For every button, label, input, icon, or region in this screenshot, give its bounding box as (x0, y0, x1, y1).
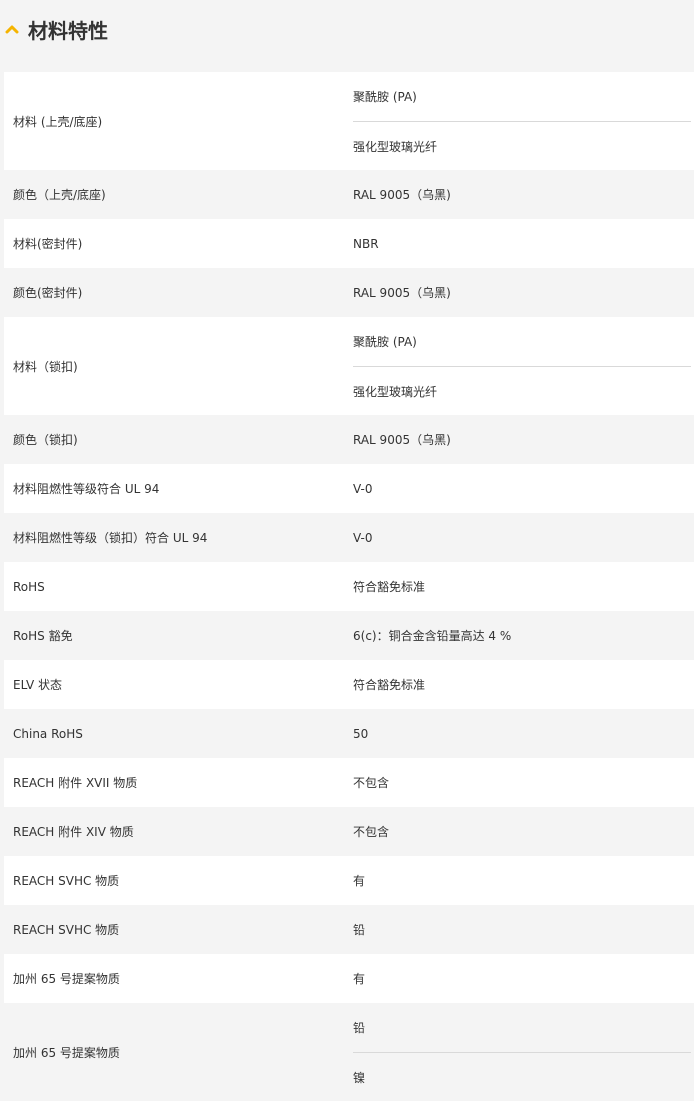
table-row: REACH 附件 XIV 物质 不包含 (4, 807, 694, 856)
property-value-line: 强化型玻璃光纤 (353, 121, 691, 170)
property-value-line: V-0 (353, 530, 373, 545)
property-label: REACH 附件 XVII 物质 (13, 776, 138, 790)
table-row: ELV 状态 符合豁免标准 (4, 660, 694, 709)
table-row: 材料(密封件) NBR (4, 219, 694, 268)
property-value: NBR (353, 219, 694, 268)
property-value: V-0 (353, 513, 694, 562)
section-header[interactable]: 材料特性 (0, 0, 694, 58)
property-value: RAL 9005（乌黑) (353, 170, 694, 219)
property-label: REACH SVHC 物质 (13, 874, 120, 888)
chevron-up-icon[interactable] (5, 22, 19, 36)
property-value-line: 不包含 (353, 825, 390, 839)
property-value: 不包含 (353, 807, 694, 856)
table-row: 材料（锁扣) 聚酰胺 (PA) 强化型玻璃光纤 (4, 317, 694, 415)
table-row: REACH 附件 XVII 物质 不包含 (4, 758, 694, 807)
table-row: REACH SVHC 物质 有 (4, 856, 694, 905)
property-label: 颜色（上壳/底座) (13, 188, 106, 202)
property-label: REACH SVHC 物质 (13, 923, 120, 937)
table-row: 颜色（锁扣) RAL 9005（乌黑) (4, 415, 694, 464)
property-value-line: 铅 (353, 923, 366, 937)
property-label: China RoHS (13, 726, 83, 741)
property-value-line: V-0 (353, 481, 373, 496)
property-value: 聚酰胺 (PA) 强化型玻璃光纤 (353, 72, 694, 170)
property-label: 材料阻燃性等级符合 UL 94 (13, 482, 160, 496)
table-row: 颜色(密封件) RAL 9005（乌黑) (4, 268, 694, 317)
property-value: 符合豁免标准 (353, 562, 694, 611)
property-label: 加州 65 号提案物质 (13, 1045, 120, 1060)
property-value-line: NBR (353, 236, 379, 251)
property-value: 有 (353, 856, 694, 905)
table-row: 材料阻燃性等级（锁扣）符合 UL 94 V-0 (4, 513, 694, 562)
property-value: 铅镍 (353, 1003, 694, 1101)
property-label: 材料阻燃性等级（锁扣）符合 UL 94 (13, 531, 208, 545)
table-row: RoHS 符合豁免标准 (4, 562, 694, 611)
property-value-line: 聚酰胺 (PA) (353, 90, 417, 104)
property-label: 颜色（锁扣) (13, 433, 78, 447)
property-value-line: 聚酰胺 (PA) (353, 335, 417, 349)
property-value-line: RAL 9005（乌黑) (353, 433, 451, 447)
property-label: RoHS (13, 579, 45, 594)
property-value-line: 符合豁免标准 (353, 678, 426, 692)
property-label: 材料 (上壳/底座) (13, 114, 103, 129)
table-row: 加州 65 号提案物质 有 (4, 954, 694, 1003)
table-row: RoHS 豁免 6(c)：铜合金含铅量高达 4 % (4, 611, 694, 660)
property-value-line: 有 (353, 874, 366, 888)
property-value-line: 50 (353, 726, 369, 741)
table-row: 颜色（上壳/底座) RAL 9005（乌黑) (4, 170, 694, 219)
table-row: 加州 65 号提案物质铅镍 (4, 1003, 694, 1101)
property-value: 有 (353, 954, 694, 1003)
table-row: 材料 (上壳/底座) 聚酰胺 (PA) 强化型玻璃光纤 (4, 72, 694, 170)
property-value-line: 铅 (353, 1021, 366, 1035)
property-value-line: 符合豁免标准 (353, 580, 426, 594)
property-value-line: RAL 9005（乌黑) (353, 188, 451, 202)
property-value: 6(c)：铜合金含铅量高达 4 % (353, 611, 694, 660)
property-value: 符合豁免标准 (353, 660, 694, 709)
property-value: 50 (353, 709, 694, 758)
property-label: REACH 附件 XIV 物质 (13, 825, 134, 839)
property-value-line: 强化型玻璃光纤 (353, 366, 691, 415)
table-row: 材料阻燃性等级符合 UL 94 V-0 (4, 464, 694, 513)
property-label: 材料(密封件) (13, 237, 83, 251)
property-value-line: RAL 9005（乌黑) (353, 286, 451, 300)
property-value-line: 镍 (353, 1052, 691, 1101)
property-label: 材料（锁扣) (13, 359, 78, 374)
section-title: 材料特性 (28, 18, 108, 43)
property-value: 铅 (353, 905, 694, 954)
table-row: REACH SVHC 物质 铅 (4, 905, 694, 954)
property-label: 颜色(密封件) (13, 286, 83, 300)
property-value: RAL 9005（乌黑) (353, 268, 694, 317)
property-value: V-0 (353, 464, 694, 513)
property-value: 聚酰胺 (PA) 强化型玻璃光纤 (353, 317, 694, 415)
property-value-line: 6(c)：铜合金含铅量高达 4 % (353, 629, 512, 643)
property-value: RAL 9005（乌黑) (353, 415, 694, 464)
property-label: 加州 65 号提案物质 (13, 972, 120, 986)
property-label: RoHS 豁免 (13, 629, 73, 643)
property-label: ELV 状态 (13, 678, 62, 692)
property-value-line: 有 (353, 972, 366, 986)
properties-table: 材料 (上壳/底座) 聚酰胺 (PA) 强化型玻璃光纤 颜色（上壳/底座) RAL 90… (4, 72, 694, 1101)
property-value: 不包含 (353, 758, 694, 807)
property-value-line: 不包含 (353, 776, 390, 790)
table-row: China RoHS 50 (4, 709, 694, 758)
